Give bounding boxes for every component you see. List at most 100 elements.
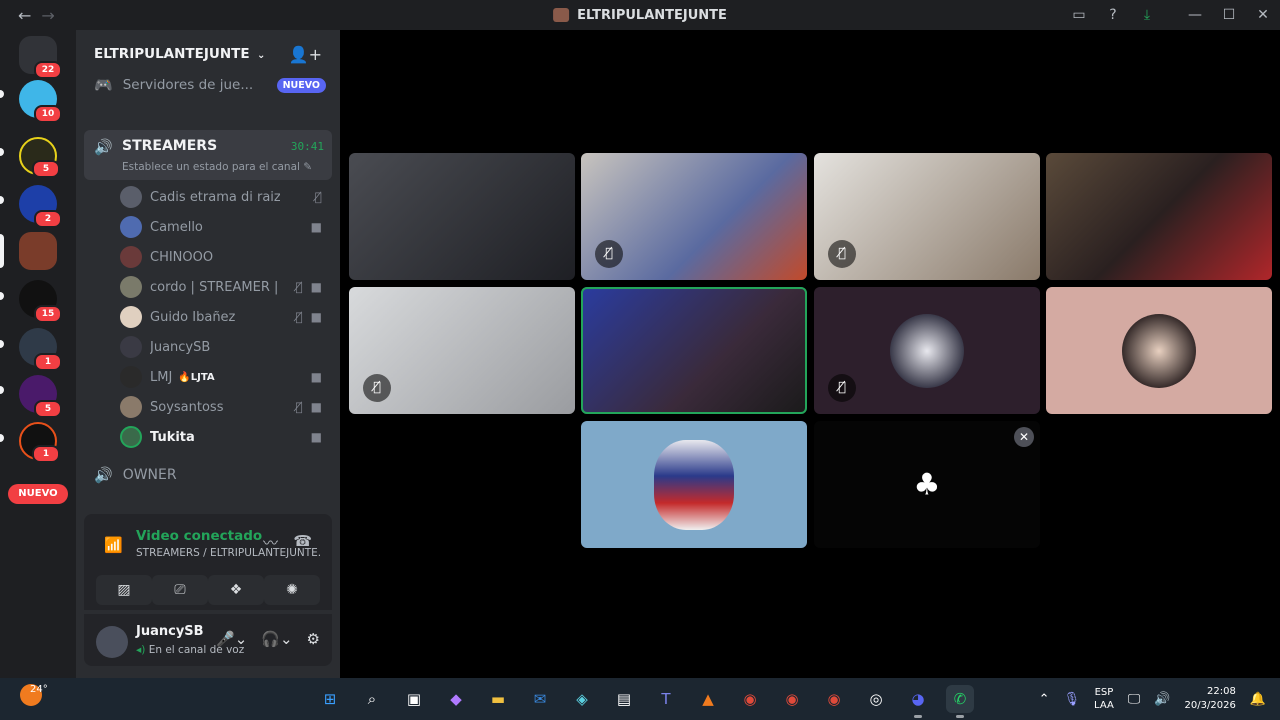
microphone-icon[interactable]: 🎙 bbox=[1064, 692, 1081, 707]
taskbar: 24° ⊞ ⌕ ▣ ◆ ▬ ✉ ◈ ▤ T ▲ ◉ ◉ ◉ ◎ ◕ ✆ ⌃ 🎙 … bbox=[0, 678, 1280, 720]
server-icon-7[interactable]: 5 bbox=[19, 375, 62, 418]
voice-channel-owner[interactable]: 🔊 OWNER bbox=[94, 466, 177, 484]
activities-button[interactable]: ❖ bbox=[208, 575, 264, 605]
voice-member[interactable]: Tukita ■ bbox=[76, 422, 340, 452]
network-icon[interactable]: 🖵 bbox=[1128, 692, 1141, 707]
muted-mic-icon: 🎙̸ bbox=[828, 240, 856, 268]
gear-icon[interactable]: ⚙ bbox=[307, 630, 320, 648]
activity-tile[interactable]: ✕ ♣ bbox=[814, 421, 1040, 548]
start-button[interactable]: ⊞ bbox=[316, 685, 344, 713]
activity-icon: ♣ bbox=[913, 467, 941, 502]
fire-icon: 🔥 bbox=[178, 371, 191, 383]
copilot-icon[interactable]: ◆ bbox=[442, 685, 470, 713]
soundboard-button[interactable]: ✺ bbox=[264, 575, 320, 605]
close-icon[interactable]: ✕ bbox=[1014, 427, 1034, 447]
disconnect-icon[interactable]: ☎ bbox=[293, 532, 312, 550]
maximize-button[interactable]: ☐ bbox=[1212, 7, 1246, 23]
unread-pill bbox=[0, 90, 4, 98]
forward-arrow-icon[interactable]: → bbox=[41, 6, 54, 25]
inbox-icon[interactable]: ▭ bbox=[1062, 7, 1096, 23]
task-view-icon[interactable]: ▣ bbox=[400, 685, 428, 713]
language-indicator[interactable]: ESP LAA bbox=[1094, 686, 1114, 712]
video-camera-icon: ■ bbox=[310, 430, 322, 444]
server-icon-8[interactable]: 1 bbox=[19, 422, 60, 463]
help-icon[interactable]: ? bbox=[1096, 7, 1130, 23]
teams-icon[interactable]: T bbox=[652, 685, 680, 713]
video-tile[interactable]: 🎙̸ bbox=[349, 287, 575, 414]
back-arrow-icon[interactable]: ← bbox=[18, 6, 31, 25]
whatsapp-icon[interactable]: ✆ bbox=[946, 685, 974, 718]
video-tile[interactable]: 🎙̸ bbox=[581, 153, 807, 280]
unread-pill bbox=[0, 148, 4, 156]
avatar[interactable] bbox=[96, 626, 128, 658]
search-icon[interactable]: ⌕ bbox=[358, 685, 386, 713]
microphone-icon[interactable]: 🎤⌄ bbox=[216, 630, 247, 648]
invite-user-icon[interactable]: 👤+ bbox=[289, 45, 322, 64]
signal-icon[interactable]: 📶 bbox=[104, 536, 123, 554]
channel-status-field[interactable]: Establece un estado para el canal ✎ bbox=[122, 161, 312, 173]
voice-member[interactable]: Guido Ibañez 🎙̸ ■ bbox=[76, 302, 340, 332]
voice-member[interactable]: Cadis etrama di raizel 🎙̸ bbox=[76, 182, 340, 212]
chrome-icon[interactable]: ◉ bbox=[820, 685, 848, 713]
avatar-tile[interactable]: 🎙̸ bbox=[814, 287, 1040, 414]
voice-member[interactable]: cordo | STREAMER | ... 🎙̸■ bbox=[76, 272, 340, 302]
unread-pill bbox=[0, 196, 4, 204]
headphones-icon[interactable]: 🎧⌄ bbox=[261, 630, 292, 648]
video-camera-icon: ■ bbox=[310, 310, 322, 324]
download-icon[interactable]: ⤓ bbox=[1130, 7, 1164, 23]
store-icon[interactable]: ▤ bbox=[610, 685, 638, 713]
screen-share-button[interactable]: ⎚ bbox=[152, 575, 208, 605]
camera-off-button[interactable]: ▨ bbox=[96, 575, 152, 605]
avatar bbox=[1122, 313, 1196, 388]
notification-badge: 5 bbox=[32, 160, 60, 178]
video-tile[interactable] bbox=[581, 421, 807, 548]
temperature: 24° bbox=[30, 684, 48, 695]
notification-bell-icon[interactable]: 🔔 bbox=[1250, 692, 1266, 707]
guild-header[interactable]: ELTRIPULANTEJUNTE ⌄ 👤+ bbox=[76, 30, 340, 78]
server-icon-eltripulantejunte[interactable] bbox=[19, 232, 57, 270]
volume-icon[interactable]: 🔊 bbox=[1154, 692, 1170, 707]
server-icon-2[interactable]: 5 bbox=[19, 137, 60, 178]
video-tile-speaking[interactable] bbox=[581, 287, 807, 414]
voice-member[interactable]: Soysantoss 🎙̸ ■ bbox=[76, 392, 340, 422]
muted-mic-icon: 🎙̸ bbox=[595, 240, 623, 268]
voice-member[interactable]: LMJ 🔥LJTA ■ bbox=[76, 362, 340, 392]
clock[interactable]: 22:08 20/3/2026 bbox=[1185, 685, 1236, 713]
channel-sidebar: ELTRIPULANTEJUNTE ⌄ 👤+ 🎮 Servidores de j… bbox=[76, 30, 340, 678]
voice-channel-streamers[interactable]: 🔊 STREAMERS 30:41 Establece un estado pa… bbox=[84, 130, 332, 180]
video-tile[interactable] bbox=[1046, 153, 1272, 280]
voice-member[interactable]: JuancySB bbox=[76, 332, 340, 362]
noise-suppression-icon[interactable]: 〰 bbox=[263, 532, 278, 553]
server-icon-1[interactable]: 10 bbox=[19, 80, 62, 123]
voice-member[interactable]: Camello ■ bbox=[76, 212, 340, 242]
m365-icon[interactable]: ◈ bbox=[568, 685, 596, 713]
server-icon-6[interactable]: 1 bbox=[19, 328, 62, 371]
avatar bbox=[120, 396, 142, 418]
connection-status[interactable]: Video conectado bbox=[136, 528, 262, 544]
server-icon-5[interactable]: 15 bbox=[19, 280, 62, 323]
close-button[interactable]: ✕ bbox=[1246, 7, 1280, 23]
chrome-icon[interactable]: ◉ bbox=[778, 685, 806, 713]
video-tile[interactable]: 🎙̸ bbox=[814, 153, 1040, 280]
video-tile[interactable] bbox=[349, 153, 575, 280]
minimize-button[interactable]: — bbox=[1178, 7, 1212, 23]
new-badge[interactable]: NUEVO bbox=[8, 484, 68, 504]
game-servers-promo[interactable]: 🎮 Servidores de jue... NUEVO bbox=[94, 74, 326, 96]
server-icon-3[interactable]: 2 bbox=[19, 185, 62, 228]
discord-icon[interactable]: ◕ bbox=[904, 685, 932, 718]
voice-member[interactable]: CHINOOO bbox=[76, 242, 340, 272]
chevron-up-icon[interactable]: ⌃ bbox=[1039, 692, 1050, 707]
outlook-icon[interactable]: ✉ bbox=[526, 685, 554, 713]
file-explorer-icon[interactable]: ▬ bbox=[484, 685, 512, 713]
obs-icon[interactable]: ◎ bbox=[862, 685, 890, 713]
chrome-icon[interactable]: ◉ bbox=[736, 685, 764, 713]
unread-pill bbox=[0, 386, 4, 394]
muted-mic-icon: 🎙̸ bbox=[828, 374, 856, 402]
direct-messages-icon[interactable]: 22 bbox=[19, 36, 62, 79]
user-name[interactable]: JuancySB bbox=[136, 624, 204, 639]
new-badge: NUEVO bbox=[276, 77, 326, 93]
avatar-tile[interactable] bbox=[1046, 287, 1272, 414]
app-icon[interactable]: ▲ bbox=[694, 685, 722, 713]
unread-pill bbox=[0, 434, 4, 442]
chevron-down-icon: ⌄ bbox=[253, 50, 266, 61]
